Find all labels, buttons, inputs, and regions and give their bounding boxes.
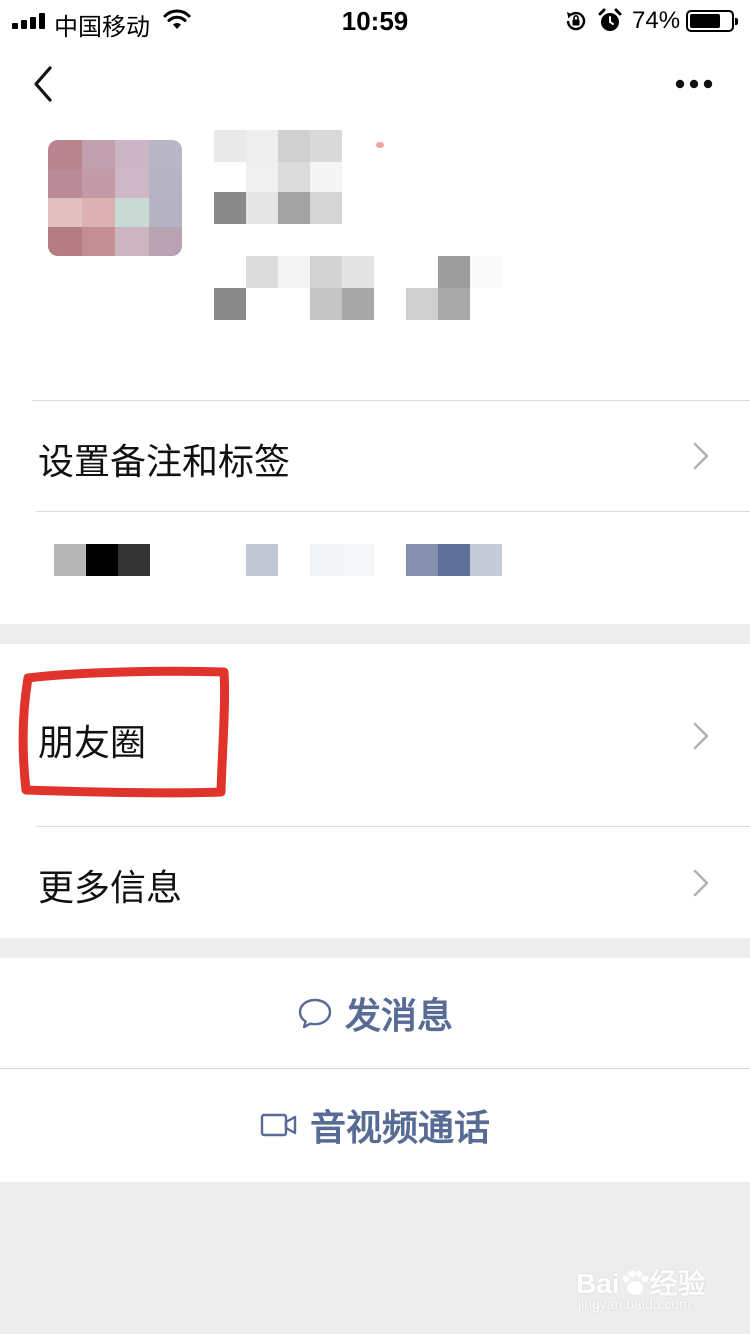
more-dots-icon[interactable] <box>666 68 722 100</box>
baidu-watermark: Bai 经验 jingyan.baidu.com <box>576 1262 726 1322</box>
remark-and-tags-label: 设置备注和标签 <box>38 442 291 483</box>
video-camera-icon <box>260 1113 297 1137</box>
video-call-label: 音视频通话 <box>309 1108 490 1149</box>
divider <box>0 1068 750 1069</box>
alarm-icon <box>598 8 622 31</box>
video-call-button[interactable]: 音视频通话 <box>0 1070 750 1180</box>
send-message-label: 发消息 <box>344 996 453 1037</box>
actions-card: 发消息 音视频通话 <box>0 958 750 1182</box>
divider <box>36 511 750 512</box>
battery-icon <box>686 10 738 32</box>
avatar[interactable] <box>48 140 182 256</box>
more-info-label: 更多信息 <box>38 868 183 909</box>
profile-card: 设置备注和标签 <box>0 130 750 624</box>
more-info-row[interactable]: 更多信息 <box>0 827 750 938</box>
chat-bubble-icon <box>298 998 332 1029</box>
battery-percent: 74% <box>632 7 681 34</box>
moments-row[interactable]: 朋友圈 <box>0 644 750 826</box>
moments-label: 朋友圈 <box>38 723 147 764</box>
send-message-button[interactable]: 发消息 <box>0 958 750 1068</box>
back-chevron-icon[interactable] <box>22 62 66 106</box>
paw-icon <box>622 1270 648 1295</box>
chevron-right-icon <box>693 722 709 750</box>
moments-card: 朋友圈 更多信息 <box>0 644 750 938</box>
nav-bar <box>0 40 750 130</box>
rotation-lock-icon <box>566 11 586 31</box>
chevron-right-icon <box>693 869 709 897</box>
status-bar: 中国移动 10:59 74% <box>0 0 750 41</box>
chevron-right-icon <box>693 442 709 470</box>
watermark-url: jingyan.baidu.com <box>578 1296 691 1312</box>
remark-and-tags-row[interactable]: 设置备注和标签 <box>0 401 750 511</box>
